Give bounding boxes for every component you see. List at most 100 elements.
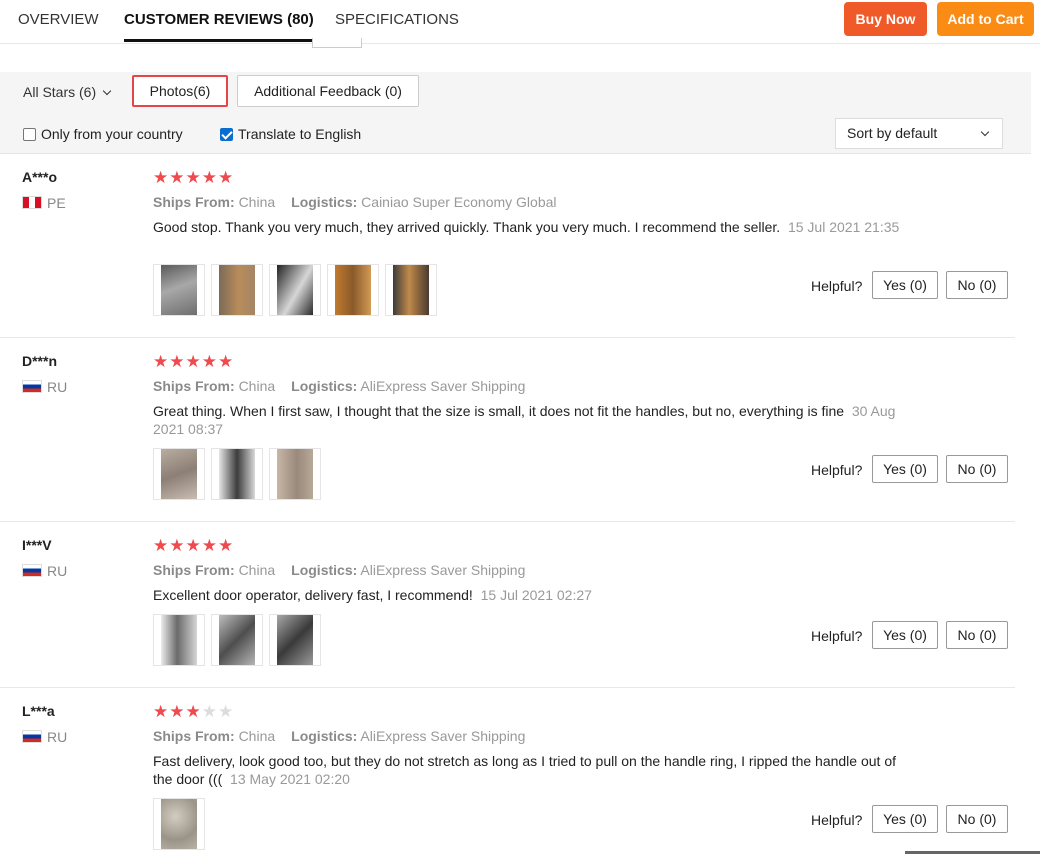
review-item: D***n RU ★★★★★ Ships From: China Logistic… (0, 337, 1031, 522)
shipping-info: Ships From: China Logistics: Cainiao Supe… (153, 194, 557, 210)
star-empty-icon: ★ (201, 702, 218, 721)
review-photo-thumbnail[interactable] (385, 264, 437, 316)
only-country-checkbox[interactable] (23, 128, 36, 141)
translate-checkbox[interactable] (220, 128, 233, 141)
review-filter-bar: All Stars (6) Photos(6) Additional Feedb… (0, 72, 1031, 154)
helpful-label: Helpful? (811, 462, 863, 478)
helpful-yes-button[interactable]: Yes (0) (872, 621, 938, 649)
reviewer-country: RU (22, 563, 67, 579)
star-icon: ★ (169, 352, 186, 371)
review-date: 15 Jul 2021 21:35 (787, 219, 900, 235)
buy-now-button[interactable]: Buy Now (844, 2, 927, 36)
ships-from-value: China (238, 728, 276, 744)
ships-from-value: China (238, 378, 276, 394)
star-icon: ★ (153, 536, 170, 555)
tab-overview[interactable]: OVERVIEW (18, 0, 99, 42)
review-item: L***a RU ★★★★★ Ships From: China Logistic… (0, 687, 1031, 854)
logistics-label: Logistics: (291, 562, 358, 578)
helpful-no-button[interactable]: No (0) (946, 805, 1008, 833)
review-photo-thumbnail[interactable] (153, 448, 205, 500)
review-photo-thumbnail[interactable] (269, 614, 321, 666)
review-body: Great thing. When I first saw, I thought… (153, 403, 845, 419)
review-item: I***V RU ★★★★★ Ships From: China Logistic… (0, 521, 1031, 688)
ships-from-label: Ships From: (153, 562, 235, 578)
sort-select-value: Sort by default (847, 125, 938, 141)
all-stars-dropdown[interactable]: All Stars (6) (23, 81, 112, 103)
sort-select[interactable]: Sort by default (835, 118, 1003, 149)
tab-customer-reviews[interactable]: CUSTOMER REVIEWS (80) (124, 0, 314, 42)
review-photo-thumbnail[interactable] (269, 448, 321, 500)
reviewer-name: D***n (22, 353, 58, 369)
country-code: RU (47, 563, 68, 579)
active-tab-underline (124, 39, 314, 42)
only-country-label: Only from your country (41, 126, 183, 142)
ships-from-label: Ships From: (153, 194, 235, 210)
star-icon: ★ (153, 168, 170, 187)
reviewer-country: RU (22, 729, 67, 745)
all-stars-label: All Stars (6) (23, 84, 97, 100)
helpful-yes-button[interactable]: Yes (0) (872, 805, 938, 833)
photo-image (277, 449, 313, 499)
review-date: 15 Jul 2021 02:27 (480, 587, 592, 603)
partially-hidden-button (312, 38, 362, 48)
reviewer-country: PE (22, 195, 66, 211)
ships-from-label: Ships From: (153, 378, 235, 394)
photo-image (161, 265, 197, 315)
logistics-label: Logistics: (291, 728, 358, 744)
helpful-no-button[interactable]: No (0) (946, 621, 1008, 649)
photo-image (219, 265, 255, 315)
review-text: Good stop. Thank you very much, they arr… (153, 218, 913, 236)
photo-image (219, 615, 255, 665)
ships-from-label: Ships From: (153, 728, 235, 744)
additional-feedback-button[interactable]: Additional Feedback (0) (237, 75, 419, 107)
review-photo-thumbnail[interactable] (153, 614, 205, 666)
shipping-info: Ships From: China Logistics: AliExpress S… (153, 728, 525, 744)
helpful-label: Helpful? (811, 278, 863, 294)
review-item: A***o PE ★★★★★ Ships From: China Logistic… (0, 153, 1031, 338)
translate-label: Translate to English (238, 126, 362, 142)
tab-specifications-label: SPECIFICATIONS (335, 11, 459, 28)
review-photo-thumbnail[interactable] (153, 798, 205, 850)
review-photos (153, 798, 205, 850)
translate-option[interactable]: Translate to English (220, 125, 361, 143)
reviewer-country: RU (22, 379, 67, 395)
star-icon: ★ (185, 352, 202, 371)
review-photo-thumbnail[interactable] (211, 264, 263, 316)
photo-image (335, 265, 371, 315)
review-photos (153, 614, 321, 666)
helpful-yes-button[interactable]: Yes (0) (872, 271, 938, 299)
review-photo-thumbnail[interactable] (327, 264, 379, 316)
star-icon: ★ (201, 352, 218, 371)
tab-specifications[interactable]: SPECIFICATIONS (335, 0, 459, 42)
helpful-yes-button[interactable]: Yes (0) (872, 455, 938, 483)
product-tabs-bar: OVERVIEW CUSTOMER REVIEWS (80) SPECIFICA… (0, 0, 1040, 44)
helpful-no-button[interactable]: No (0) (946, 271, 1008, 299)
logistics-value: AliExpress Saver Shipping (360, 562, 526, 578)
star-icon: ★ (201, 536, 218, 555)
helpful-no-button[interactable]: No (0) (946, 455, 1008, 483)
reviewer-name: I***V (22, 537, 52, 553)
review-photo-thumbnail[interactable] (153, 264, 205, 316)
review-photo-thumbnail[interactable] (269, 264, 321, 316)
logistics-value: AliExpress Saver Shipping (360, 728, 526, 744)
helpful-label: Helpful? (811, 812, 863, 828)
tab-customer-reviews-label: CUSTOMER REVIEWS (80) (124, 11, 314, 28)
star-icon: ★ (218, 352, 235, 371)
add-to-cart-button[interactable]: Add to Cart (937, 2, 1034, 36)
chevron-down-icon (980, 127, 990, 137)
review-photos (153, 264, 437, 316)
tab-overview-label: OVERVIEW (18, 11, 99, 28)
helpful-label: Helpful? (811, 628, 863, 644)
logistics-label: Logistics: (291, 378, 358, 394)
photo-image (161, 449, 197, 499)
photos-filter-button[interactable]: Photos(6) (132, 75, 228, 107)
star-icon: ★ (218, 168, 235, 187)
review-photo-thumbnail[interactable] (211, 448, 263, 500)
photo-image (277, 615, 313, 665)
review-photo-thumbnail[interactable] (211, 614, 263, 666)
star-icon: ★ (218, 536, 235, 555)
star-rating: ★★★★★ (153, 169, 234, 187)
star-rating: ★★★★★ (153, 703, 234, 721)
star-icon: ★ (185, 536, 202, 555)
only-country-option[interactable]: Only from your country (23, 125, 183, 143)
